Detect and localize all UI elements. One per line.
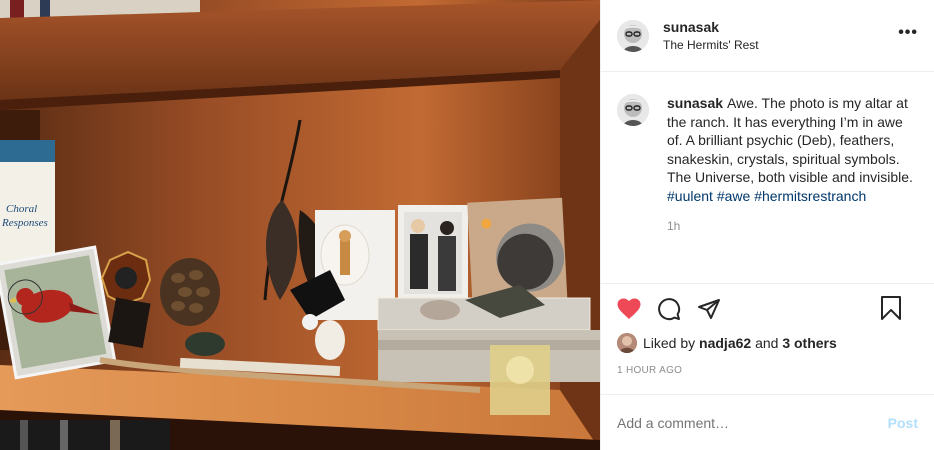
liker-avatar[interactable]	[617, 333, 637, 353]
caption-username[interactable]: sunasak	[667, 95, 723, 111]
post-date: 1 HOUR AGO	[617, 365, 683, 376]
hashtag-awe[interactable]: #awe	[717, 188, 750, 204]
hashtag-hermitsrestranch[interactable]: #hermitsrestranch	[754, 188, 866, 204]
avatar[interactable]	[617, 19, 649, 52]
liked-by-user[interactable]: nadja62	[699, 335, 751, 351]
comment-box: Post	[601, 394, 934, 450]
post-header: sunasak The Hermits' Rest •••	[601, 0, 934, 72]
action-bar	[617, 284, 918, 334]
post-location[interactable]: The Hermits' Rest	[663, 38, 759, 52]
post-comment-button[interactable]: Post	[888, 415, 918, 431]
share-icon[interactable]	[697, 297, 721, 321]
book-title-line2: Responses	[1, 217, 48, 229]
comment-input[interactable]	[617, 414, 857, 431]
likes-and: and	[755, 335, 779, 351]
book-title-line1: Choral	[6, 203, 37, 215]
caption-avatar-icon	[617, 94, 649, 126]
post-caption: sunasak Awe. The photo is my altar at the…	[667, 94, 917, 205]
post-author-username[interactable]: sunasak	[663, 19, 759, 35]
heart-icon[interactable]	[617, 298, 641, 320]
profile-avatar-icon	[617, 19, 649, 52]
hashtag-uulent[interactable]: #uulent	[667, 188, 713, 204]
caption-avatar[interactable]	[617, 94, 649, 126]
altar-photo-illustration: Choral Responses	[0, 0, 600, 450]
bookmark-icon[interactable]	[880, 296, 902, 320]
post-side-panel: sunasak The Hermits' Rest ••• sunasak Awe…	[600, 0, 934, 450]
comment-icon[interactable]	[657, 297, 681, 321]
more-icon[interactable]: •••	[898, 24, 918, 42]
caption-time: 1h	[667, 219, 681, 233]
actions-section: Liked by nadja62 and 3 others 1 HOUR AGO	[601, 283, 934, 384]
likes-prefix: Liked by	[643, 335, 696, 351]
likes-others[interactable]: 3 others	[782, 335, 836, 351]
likes-summary: Liked by nadja62 and 3 others	[617, 333, 918, 353]
post-photo[interactable]: Choral Responses	[0, 0, 600, 450]
caption-area: sunasak Awe. The photo is my altar at the…	[601, 72, 934, 283]
